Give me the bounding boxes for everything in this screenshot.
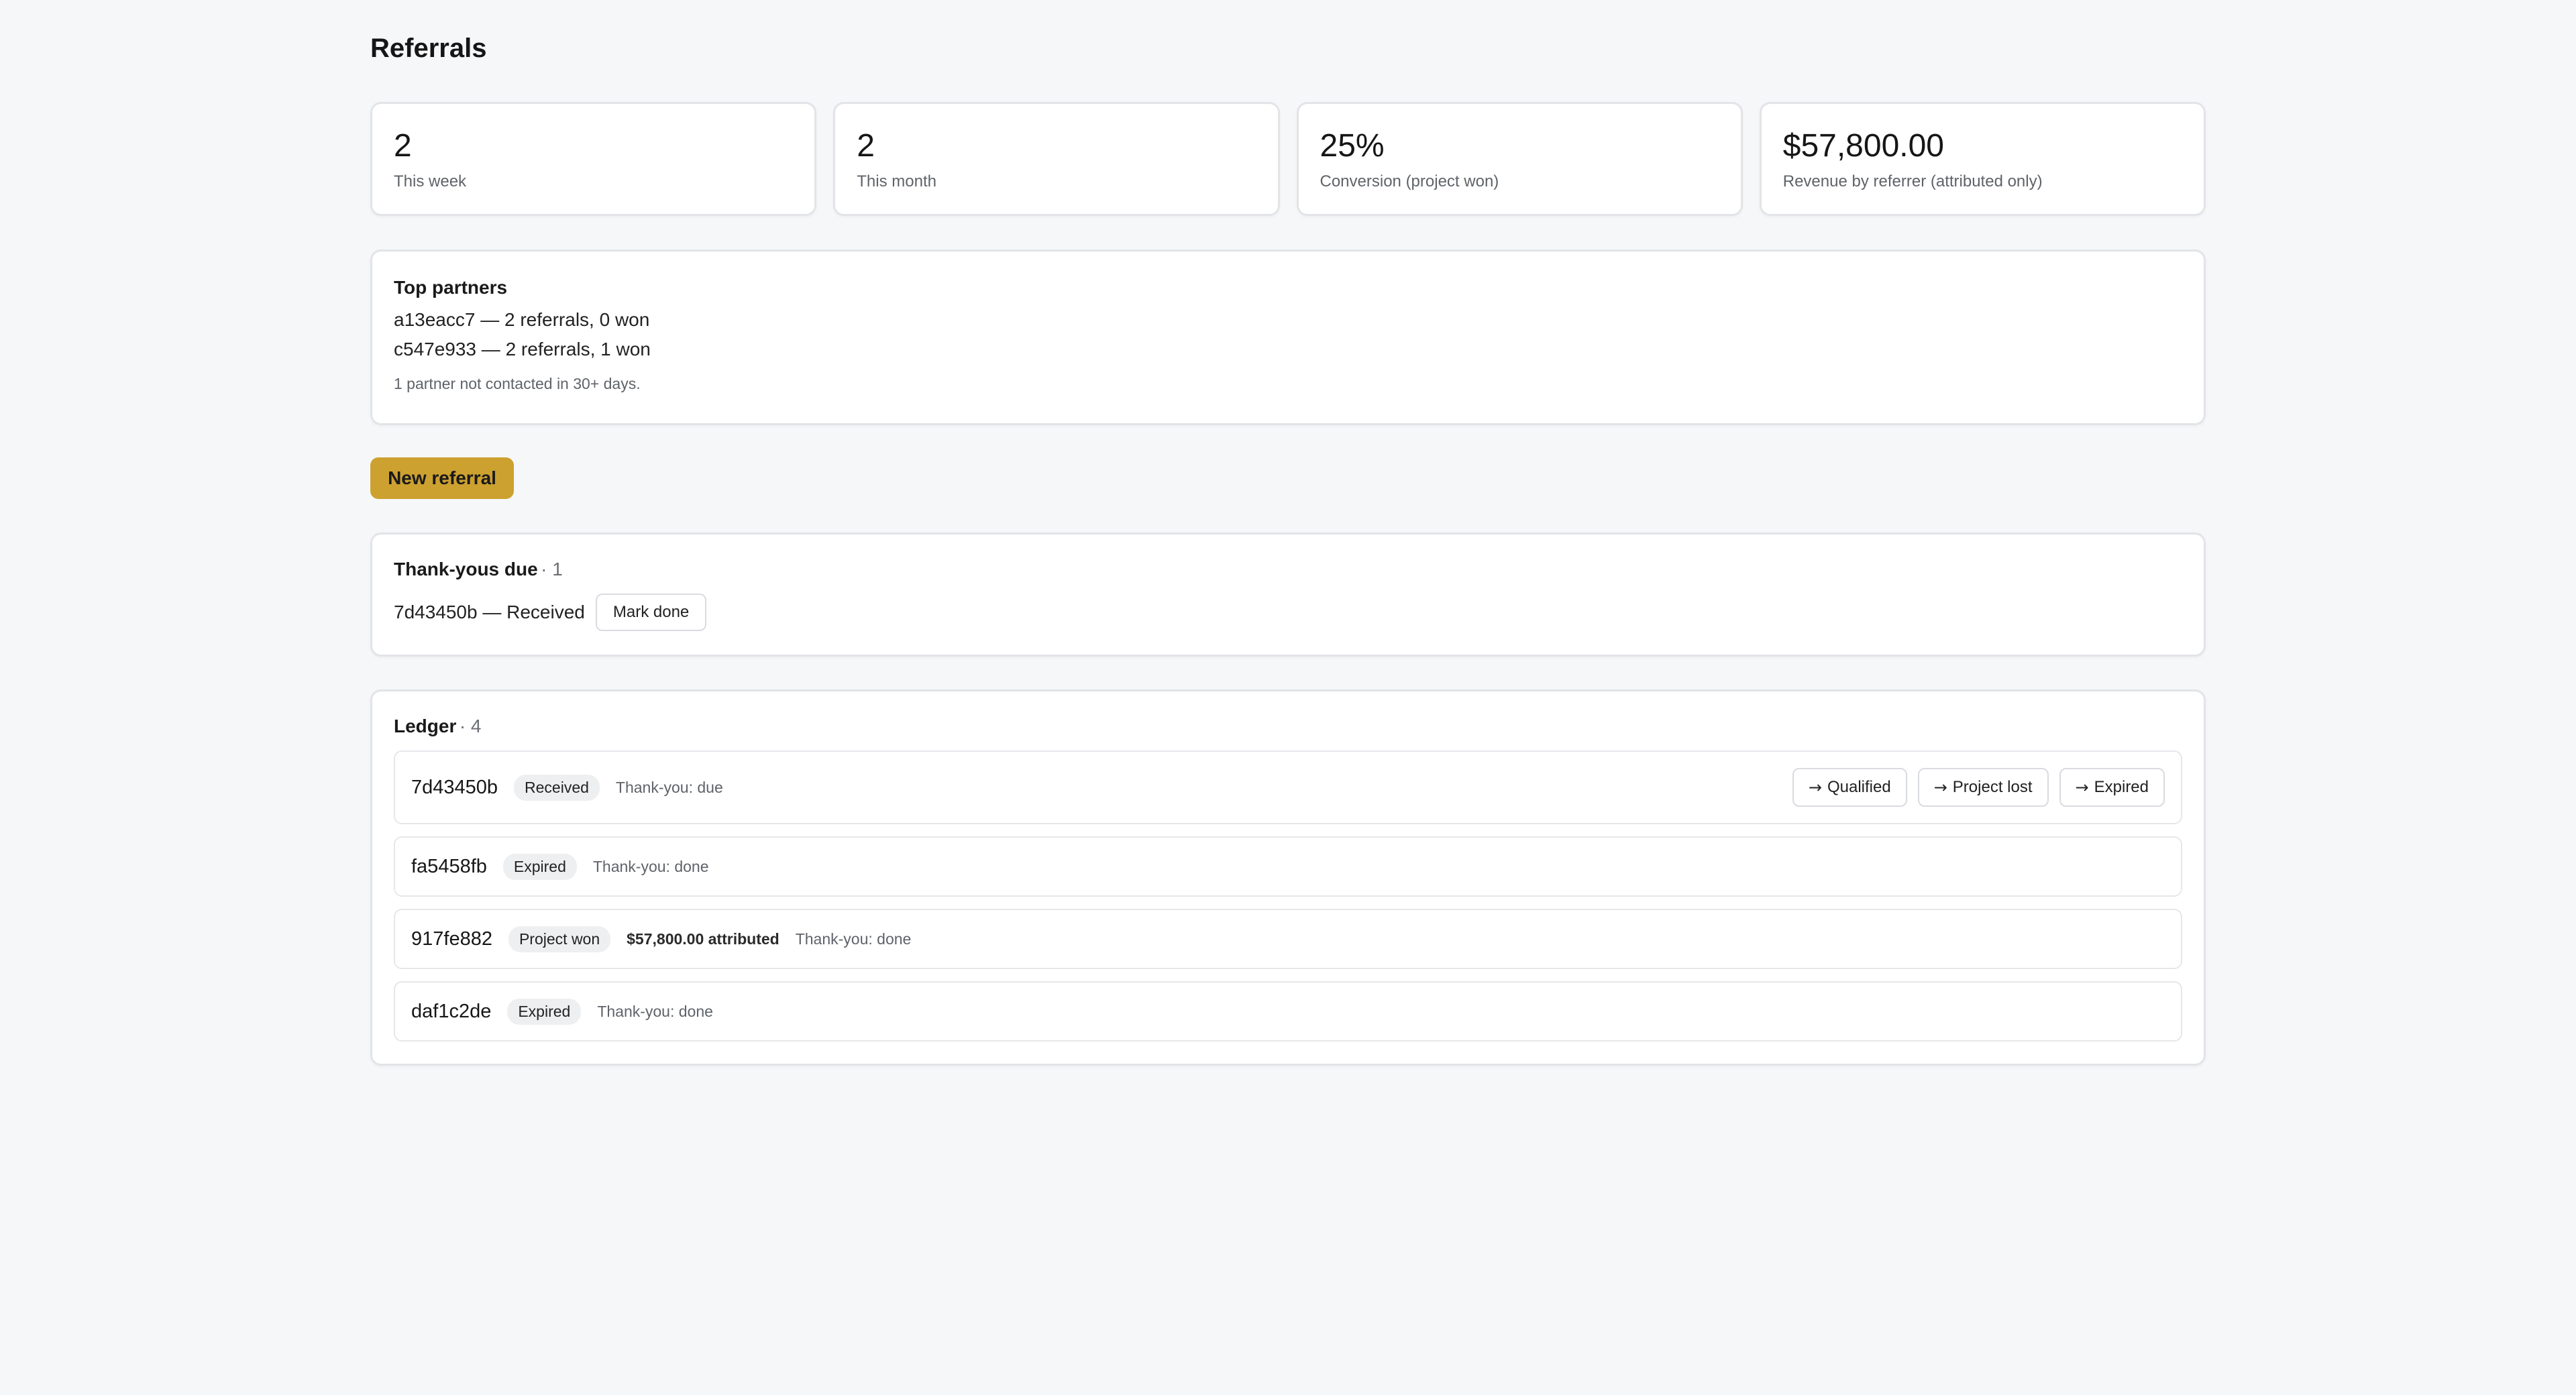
button-label: Qualified [1827,778,1891,796]
stat-card-revenue: $57,800.00 Revenue by referrer (attribut… [1759,102,2206,216]
thank-you-item-text: 7d43450b — Received [394,602,585,622]
stat-value: 25% [1320,128,1385,164]
ledger-header: Ledger · 4 [394,716,2182,737]
row-actions: → Qualified → Project lost → Expired [1792,768,2165,807]
stat-label: This month [857,172,936,190]
thank-you-status: Thank-you: done [597,1002,713,1020]
referral-id: 917fe882 [411,928,492,950]
thank-you-item: 7d43450b — Received Mark done [394,594,2182,631]
referral-id: 7d43450b [411,776,498,798]
ledger-card: Ledger · 4 7d43450b Received Thank-you: … [370,689,2206,1066]
ledger-title: Ledger [394,716,457,736]
top-partners-card: Top partners a13eacc7 — 2 referrals, 0 w… [370,249,2206,425]
ledger-row: 7d43450b Received Thank-you: due → Quali… [394,750,2182,824]
status-badge: Received [514,774,600,801]
attributed-amount: $57,800.00 attributed [627,930,780,948]
stat-value: 2 [857,128,875,164]
to-qualified-button[interactable]: → Qualified [1792,768,1907,807]
button-label: Expired [2094,778,2149,796]
mark-done-button[interactable]: Mark done [595,594,707,631]
ledger-row: daf1c2de Expired Thank-you: done [394,981,2182,1042]
referral-id: daf1c2de [411,1000,492,1022]
thank-yous-card: Thank-yous due · 1 7d43450b — Received M… [370,533,2206,657]
stat-value: 2 [394,128,412,164]
ledger-count: · 4 [459,716,482,736]
stat-label: Revenue by referrer (attributed only) [1782,172,2043,190]
to-project-lost-button[interactable]: → Project lost [1917,768,2049,807]
arrow-right-icon: → [1808,778,1822,797]
ledger-row: fa5458fb Expired Thank-you: done [394,836,2182,897]
stat-card-this-week: 2 This week [370,102,817,216]
thank-you-status: Thank-you: due [615,778,723,796]
thank-yous-title: Thank-yous due [394,559,538,579]
stat-value: $57,800.00 [1782,128,1944,164]
status-badge: Expired [507,998,582,1025]
partner-line: c547e933 — 2 referrals, 1 won [394,339,651,359]
stat-label: This week [394,172,467,190]
thank-you-status: Thank-you: done [592,857,709,875]
stats-row: 2 This week 2 This month 25% Conversion … [370,102,2206,216]
referral-id: fa5458fb [411,855,487,877]
button-label: Project lost [1952,778,2033,796]
page-title: Referrals [370,34,487,63]
stat-label: Conversion (project won) [1320,172,1499,190]
new-referral-button[interactable]: New referral [370,457,514,499]
stat-card-this-month: 2 This month [833,102,1280,216]
thank-yous-header: Thank-yous due · 1 [394,559,2182,580]
thank-yous-count: · 1 [541,559,563,579]
ledger-rows: 7d43450b Received Thank-you: due → Quali… [394,750,2182,1042]
thank-you-status: Thank-you: done [795,930,912,948]
stat-card-conversion: 25% Conversion (project won) [1296,102,1743,216]
ledger-row: 917fe882 Project won $57,800.00 attribut… [394,909,2182,969]
arrow-right-icon: → [2075,778,2089,797]
to-expired-button[interactable]: → Expired [2059,768,2165,807]
top-partners-title: Top partners [394,277,508,298]
status-badge: Expired [502,853,577,880]
status-badge: Project won [508,926,611,952]
partner-note: 1 partner not contacted in 30+ days. [394,375,641,392]
partner-line: a13eacc7 — 2 referrals, 0 won [394,309,650,330]
arrow-right-icon: → [1933,778,1947,797]
